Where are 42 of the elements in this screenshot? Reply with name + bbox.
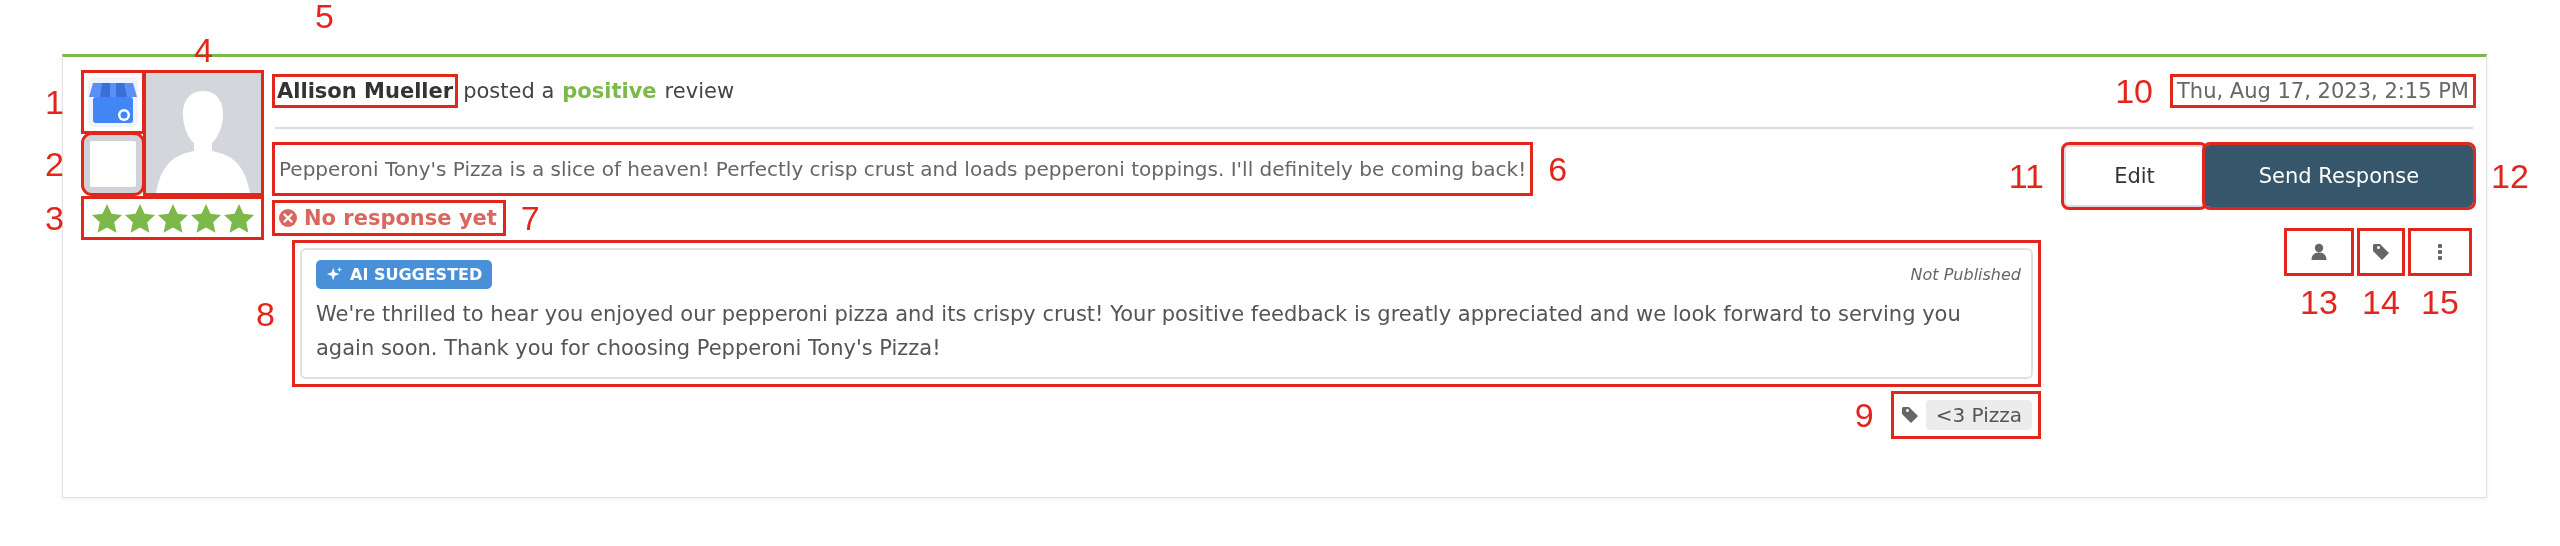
headline-text: posted a (463, 79, 555, 103)
headline-text: review (664, 79, 735, 103)
callout-number: 6 (1548, 152, 1568, 186)
callout-number: 3 (45, 201, 64, 235)
review-text: Pepperoni Tony's Pizza is a slice of heaven! Perfectly crisp crust and loads pepperoni toppings. I'll definitely be coming back! (275, 145, 1531, 193)
tag-label: <3 Pizza (1925, 400, 2032, 430)
callout-number: 11 (2008, 159, 2044, 193)
storefront-icon (84, 73, 142, 131)
tag-icon (2371, 242, 2391, 262)
more-icon (2437, 242, 2443, 262)
review-date: Thu, Aug 17, 2023, 2:15 PM (2173, 77, 2473, 105)
status-text: No response yet (304, 206, 497, 230)
callout-number: 8 (256, 296, 275, 331)
reviewer-name[interactable]: Allison Mueller (275, 77, 456, 105)
callout-number: 7 (520, 201, 540, 235)
badge-text: AI SUGGESTED (350, 265, 483, 284)
action-button[interactable]: Edit (2064, 145, 2205, 207)
callout-number: 14 (2362, 285, 2400, 319)
person-icon (2309, 242, 2329, 262)
callout-number: 2 (45, 147, 64, 181)
callout-number: 13 (2300, 285, 2338, 319)
assign-button[interactable] (2287, 231, 2351, 273)
callout-number: 15 (2421, 285, 2459, 319)
error-icon (278, 208, 298, 228)
callout-number: 10 (2115, 74, 2154, 108)
callout-number: 9 (1854, 398, 1874, 432)
suggested-response: We're thrilled to hear you enjoyed our pepperoni pizza and its crispy crust! Your positive feedback is greatly appreciated and we look forward to serving you again soon. Thank you for choosing Pepperoni Tony's Pizza! (300, 289, 2033, 379)
star-icon (91, 203, 122, 233)
tag-button[interactable] (2360, 231, 2402, 273)
tag-icon (1899, 405, 1920, 425)
star-icon (223, 203, 254, 233)
callout-number: 1 (45, 85, 64, 119)
tag[interactable]: <3 Pizza (1893, 394, 2038, 436)
publish-status: Not Published (1910, 265, 2021, 284)
callout-number: 12 (2491, 159, 2529, 193)
sentiment-label: positive (562, 79, 657, 103)
callout-number: 5 (315, 0, 334, 33)
checkbox[interactable] (84, 135, 142, 193)
star-icon (124, 203, 155, 233)
action-button[interactable]: Send Response (2205, 145, 2473, 207)
star-icon (190, 203, 221, 233)
star-icon (157, 203, 188, 233)
